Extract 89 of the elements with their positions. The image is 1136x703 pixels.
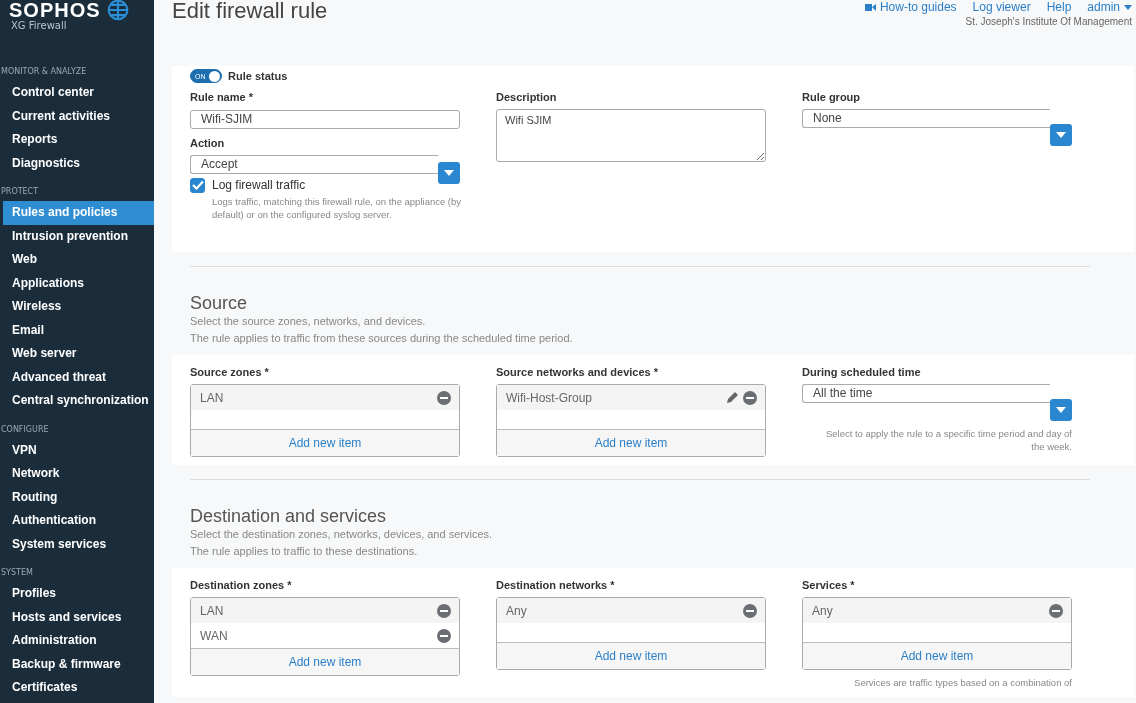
remove-icon[interactable]: [743, 603, 757, 618]
pencil-icon[interactable]: [726, 391, 739, 404]
header-link[interactable]: Log viewer: [972, 0, 1031, 14]
list-item: Any: [506, 603, 527, 618]
dropdown-button[interactable]: [438, 161, 460, 184]
nav-section-title: MONITOR & ANALYZE: [0, 66, 88, 78]
organization-name: St. Joseph's Institute Of Management: [964, 16, 1132, 27]
list-item: Wifi-Host-Group: [506, 390, 592, 405]
nav-item[interactable]: Control center: [3, 81, 154, 105]
nav-item[interactable]: Hosts and services: [3, 605, 154, 629]
remove-icon[interactable]: [743, 390, 757, 405]
description-field[interactable]: Wifi SJIM: [496, 109, 766, 162]
help-text: Logs traffic, matching this firewall rule, on the appliance (by default) or on the configured syslog server.: [212, 194, 463, 221]
section-description: Select the source zones, networks, and devices.: [190, 314, 427, 329]
add-item-button[interactable]: Add new item: [191, 429, 459, 456]
caret-icon: [1056, 132, 1066, 138]
nav-item[interactable]: Profiles: [3, 582, 154, 606]
header-link[interactable]: How-to guides: [864, 0, 957, 14]
nav-item[interactable]: Diagnostics: [3, 151, 154, 175]
checkbox-label: Log firewall traffic: [212, 177, 307, 192]
nav-item[interactable]: Current activities: [3, 104, 154, 128]
list-item: WAN: [200, 628, 228, 643]
caret-icon: [444, 169, 454, 176]
dropdown-button[interactable]: [1050, 399, 1072, 421]
checkbox[interactable]: [190, 177, 205, 193]
field-label: Services *: [802, 578, 856, 592]
remove-icon[interactable]: [437, 603, 451, 618]
nav-item[interactable]: Intrusion prevention: [3, 224, 154, 248]
nav-item[interactable]: Rules and policies: [3, 201, 154, 225]
field-label: During scheduled time: [802, 365, 922, 379]
nav-item[interactable]: System services: [3, 532, 154, 556]
dropdown-button[interactable]: [1050, 124, 1072, 146]
product-name: XG Firewall: [10, 20, 68, 31]
rule-group-dropdown[interactable]: None: [802, 109, 1050, 128]
nav-item[interactable]: Wireless: [3, 295, 154, 319]
field-label: Rule group: [802, 90, 862, 104]
add-item-button[interactable]: Add new item: [191, 648, 459, 675]
remove-icon[interactable]: [1049, 603, 1063, 618]
nav-item[interactable]: Routing: [3, 485, 154, 509]
nav-item[interactable]: Email: [3, 318, 154, 342]
nav-section-title: PROTECT: [0, 186, 40, 198]
field-label: Action: [190, 135, 226, 150]
remove-icon[interactable]: [437, 628, 451, 643]
field-label: Description: [496, 90, 558, 104]
caret-icon: [1124, 4, 1132, 10]
nav-item[interactable]: Authentication: [3, 509, 154, 533]
help-text: Select to apply the rule to a specific time period and day of the week.: [824, 427, 1072, 453]
schedule-dropdown[interactable]: All the time: [802, 384, 1050, 403]
nav-item[interactable]: Web server: [3, 342, 154, 366]
page-title: Edit firewall rule: [172, 0, 328, 22]
section-title: Destination and services: [190, 506, 388, 526]
video-camera-icon: [864, 2, 876, 12]
nav-section-title: CONFIGURE: [0, 423, 50, 436]
remove-icon[interactable]: [437, 390, 451, 405]
header-link[interactable]: Help: [1046, 0, 1072, 14]
field-label: Rule status: [228, 68, 288, 83]
add-item-button[interactable]: Add new item: [803, 642, 1071, 669]
action-dropdown[interactable]: Accept: [190, 154, 438, 174]
user-menu[interactable]: admin: [1087, 0, 1132, 14]
add-item-button[interactable]: Add new item: [497, 429, 765, 456]
logo-text: SOPHOS: [9, 0, 101, 20]
field-label: Source zones *: [190, 365, 270, 379]
section-description: The rule applies to traffic from these sources during the scheduled time period.: [190, 331, 574, 346]
section-description: The rule applies to traffic to these destinations.: [190, 544, 419, 559]
nav-item[interactable]: Administration: [3, 629, 154, 653]
nav-item[interactable]: Backup & firmware: [3, 652, 154, 676]
section-title: Source: [190, 293, 249, 313]
nav-item[interactable]: Network: [3, 462, 154, 486]
help-text: Services are traffic types based on a combination of: [853, 676, 1072, 689]
field-label: Source networks and devices *: [496, 365, 659, 379]
nav-item[interactable]: Reports: [3, 128, 154, 152]
list-item: LAN: [200, 603, 224, 618]
field-label: Destination zones *: [190, 578, 293, 592]
globe-icon: [106, 0, 129, 21]
nav-item[interactable]: VPN: [3, 438, 154, 462]
nav-section-title: SYSTEM: [0, 567, 34, 579]
section-description: Select the destination zones, networks, devices, and services.: [190, 527, 494, 542]
list-item: LAN: [200, 390, 224, 405]
field-label: Destination networks *: [496, 578, 616, 592]
caret-icon: [1056, 407, 1066, 413]
nav-item[interactable]: Certificates: [3, 676, 154, 700]
field-label: Rule name *: [190, 90, 254, 104]
nav-item[interactable]: Central synchronization: [3, 389, 154, 413]
nav-item[interactable]: Web: [3, 248, 154, 272]
add-item-button[interactable]: Add new item: [497, 642, 765, 669]
nav-item[interactable]: Applications: [3, 271, 154, 295]
list-item: Any: [812, 603, 833, 618]
nav-item[interactable]: Advanced threat: [3, 365, 154, 389]
rule-name-field[interactable]: Wifi-SJIM: [190, 109, 460, 129]
